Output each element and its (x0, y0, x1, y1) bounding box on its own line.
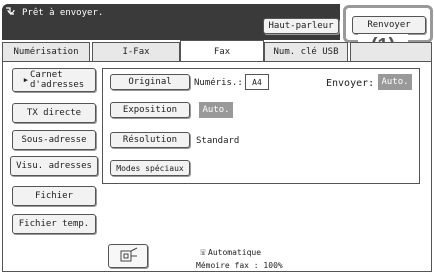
triangle-icon: ▶ (23, 76, 29, 84)
exposure-button[interactable]: Exposition (110, 102, 190, 118)
tab-extra[interactable] (350, 42, 432, 62)
status-area: Prêt à envoyer. (4, 5, 103, 20)
mode-text: Automatique (208, 248, 262, 257)
sidebar-item-temp-file[interactable]: Fichier temp. (12, 214, 96, 234)
scan-size-icon: A4 (245, 74, 269, 90)
sidebar-item-address-book[interactable]: ▶ Carnet d'adresses (12, 68, 96, 92)
special-modes-button[interactable]: Modes spéciaux (110, 160, 190, 176)
mode-line: ☏ Automatique (200, 247, 261, 258)
status-text: Prêt à envoyer. (22, 7, 104, 18)
device-button[interactable] (108, 244, 148, 268)
tab-fax[interactable]: Fax (180, 40, 264, 62)
scan-size-value: A4 (252, 77, 262, 87)
resolution-button[interactable]: Résolution (110, 132, 190, 148)
tab-usb[interactable]: Num. clé USB (264, 42, 348, 62)
exposure-value: Auto. (199, 102, 233, 118)
memory-text: Mémoire fax : 100% (196, 261, 283, 270)
sidebar-item-label: Carnet d'adresses (30, 70, 85, 90)
send-value: Auto. (378, 74, 412, 90)
sidebar-item-tx-direct[interactable]: TX directe (12, 103, 96, 123)
tab-numerisation[interactable]: Numérisation (2, 42, 90, 62)
tab-ifax[interactable]: I-Fax (92, 42, 180, 62)
sidebar-item-view-addresses[interactable]: Visu. adresses (10, 156, 98, 176)
sidebar-item-sub-address[interactable]: Sous-adresse (12, 130, 96, 150)
printer-icon (4, 5, 18, 20)
original-button[interactable]: Original (110, 74, 190, 90)
speaker-button[interactable]: Haut-parleur (263, 18, 339, 34)
send-label: Envoyer: (326, 78, 375, 89)
scan-label: Numéris.: (194, 78, 243, 88)
phone-icon: ☏ (200, 247, 207, 258)
resolution-value: Standard (196, 136, 240, 146)
sidebar-item-file[interactable]: Fichier (12, 186, 96, 206)
device-icon (115, 246, 141, 267)
